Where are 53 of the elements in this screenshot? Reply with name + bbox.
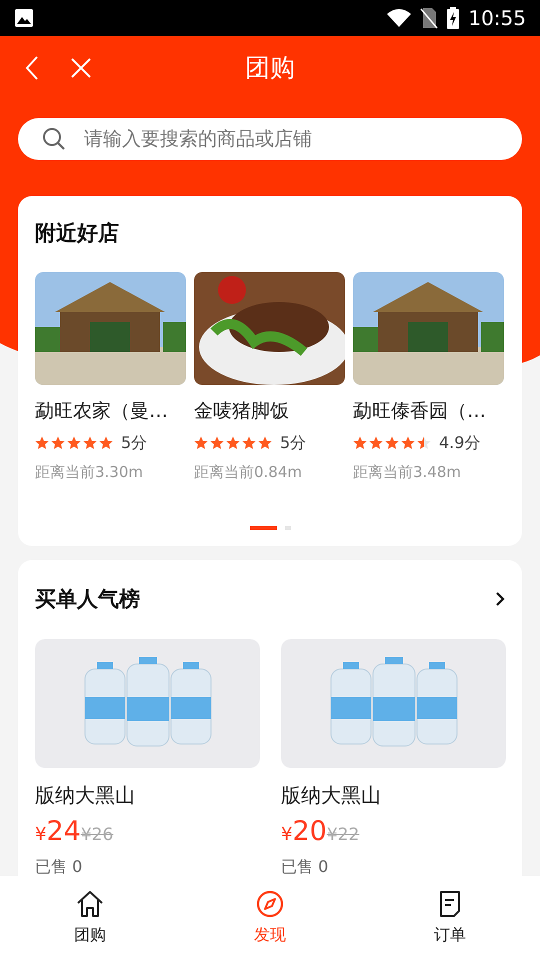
product-name[interactable]: 版纳大黑山 — [281, 780, 506, 810]
search-icon — [42, 127, 66, 151]
star-icon — [353, 436, 367, 450]
tab-item[interactable]: 发现 — [180, 876, 360, 960]
product-price: 20 — [292, 818, 327, 845]
image-icon — [14, 8, 34, 28]
close-icon[interactable] — [71, 58, 91, 78]
shop-name[interactable]: 勐旺傣香园（… — [353, 396, 504, 425]
shop-score: 5分 — [280, 432, 306, 454]
sold-count: 已售 0 — [35, 856, 84, 878]
section-title: 买单人气榜 — [35, 586, 140, 612]
star-icon — [226, 436, 240, 450]
star-icon — [417, 436, 431, 450]
shop-name[interactable]: 金唛猪脚饭 — [194, 396, 345, 425]
wifi-icon — [386, 8, 412, 28]
battery-icon — [446, 7, 460, 29]
star-icon — [242, 436, 256, 450]
star-icon — [210, 436, 224, 450]
compass-icon — [255, 889, 285, 919]
star-icon — [385, 436, 399, 450]
status-time: 10:55 — [468, 5, 526, 32]
star-icon — [51, 436, 65, 450]
star-icon — [99, 436, 113, 450]
shop-distance: 距离当前0.84m — [194, 462, 304, 483]
page-title: 团购 — [245, 52, 295, 84]
star-icon — [35, 436, 49, 450]
shop-score: 5分 — [121, 432, 148, 454]
currency-sign: ¥ — [281, 823, 292, 847]
search-field[interactable]: 请输入要搜索的商品或店铺 — [18, 118, 522, 160]
page-indicator[interactable] — [250, 526, 276, 530]
star-icon — [401, 436, 415, 450]
shop-distance: 距离当前3.30m — [35, 462, 144, 483]
no-sim-icon — [420, 7, 438, 29]
original-price: ¥22 — [326, 824, 360, 847]
original-price: ¥26 — [80, 824, 114, 847]
product-price: 24 — [46, 818, 81, 845]
product-name[interactable]: 版纳大黑山 — [35, 780, 260, 810]
section-title: 附近好店 — [35, 220, 120, 247]
star-icon — [67, 436, 81, 450]
home-icon — [75, 889, 105, 919]
star-icon — [194, 436, 208, 450]
shop-name[interactable]: 勐旺农家（曼… — [35, 396, 186, 425]
star-icon — [369, 436, 383, 450]
chevron-right-icon[interactable] — [495, 591, 505, 608]
currency-sign: ¥ — [35, 823, 46, 847]
back-icon[interactable] — [25, 56, 39, 80]
star-icon — [83, 436, 97, 450]
sold-count: 已售 0 — [281, 856, 330, 878]
shop-score: 4.9分 — [439, 432, 480, 454]
tab-item[interactable]: 团购 — [0, 876, 180, 960]
tab-item[interactable]: 订单 — [360, 876, 540, 960]
shop-distance: 距离当前3.48m — [353, 462, 462, 483]
star-icon — [258, 436, 272, 450]
